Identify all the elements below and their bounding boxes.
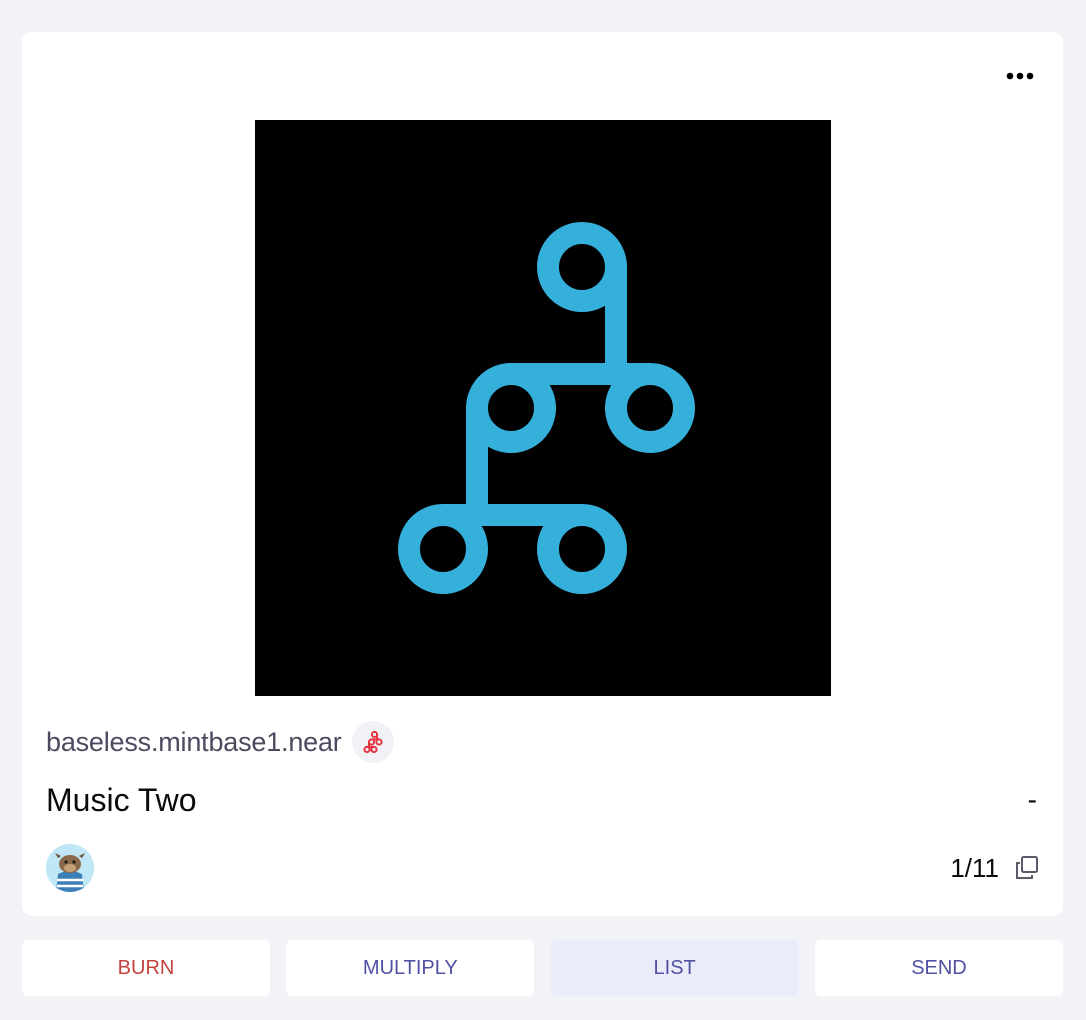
mintbase-logo — [398, 222, 695, 594]
nft-title: Music Two — [46, 782, 197, 818]
store-badge[interactable] — [351, 721, 394, 763]
copies-count: 1/11 — [950, 852, 999, 883]
nft-price: - — [1027, 784, 1037, 815]
store-name-link[interactable]: baseless.mintbase1.near — [46, 727, 342, 758]
more-horizontal-icon — [1006, 72, 1034, 80]
nft-artwork[interactable] — [255, 120, 831, 696]
send-button[interactable]: SEND — [814, 940, 1063, 996]
action-bar: BURN MULTIPLY LIST SEND — [22, 940, 1063, 996]
mintbase-logo-icon — [362, 730, 383, 754]
list-button[interactable]: LIST — [550, 940, 799, 996]
owner-avatar-image — [46, 844, 94, 892]
copies-row: 1/11 — [950, 850, 1041, 886]
multiply-button[interactable]: MULTIPLY — [286, 940, 535, 996]
nft-card: baseless.mintbase1.near Music Two - 1/11 — [22, 32, 1063, 916]
burn-button[interactable]: BURN — [22, 940, 270, 996]
owner-avatar[interactable] — [46, 844, 94, 892]
copy-button[interactable] — [1013, 854, 1041, 882]
more-options-button[interactable] — [1005, 62, 1035, 90]
copy-icon — [1016, 856, 1038, 879]
store-row: baseless.mintbase1.near — [46, 720, 394, 764]
